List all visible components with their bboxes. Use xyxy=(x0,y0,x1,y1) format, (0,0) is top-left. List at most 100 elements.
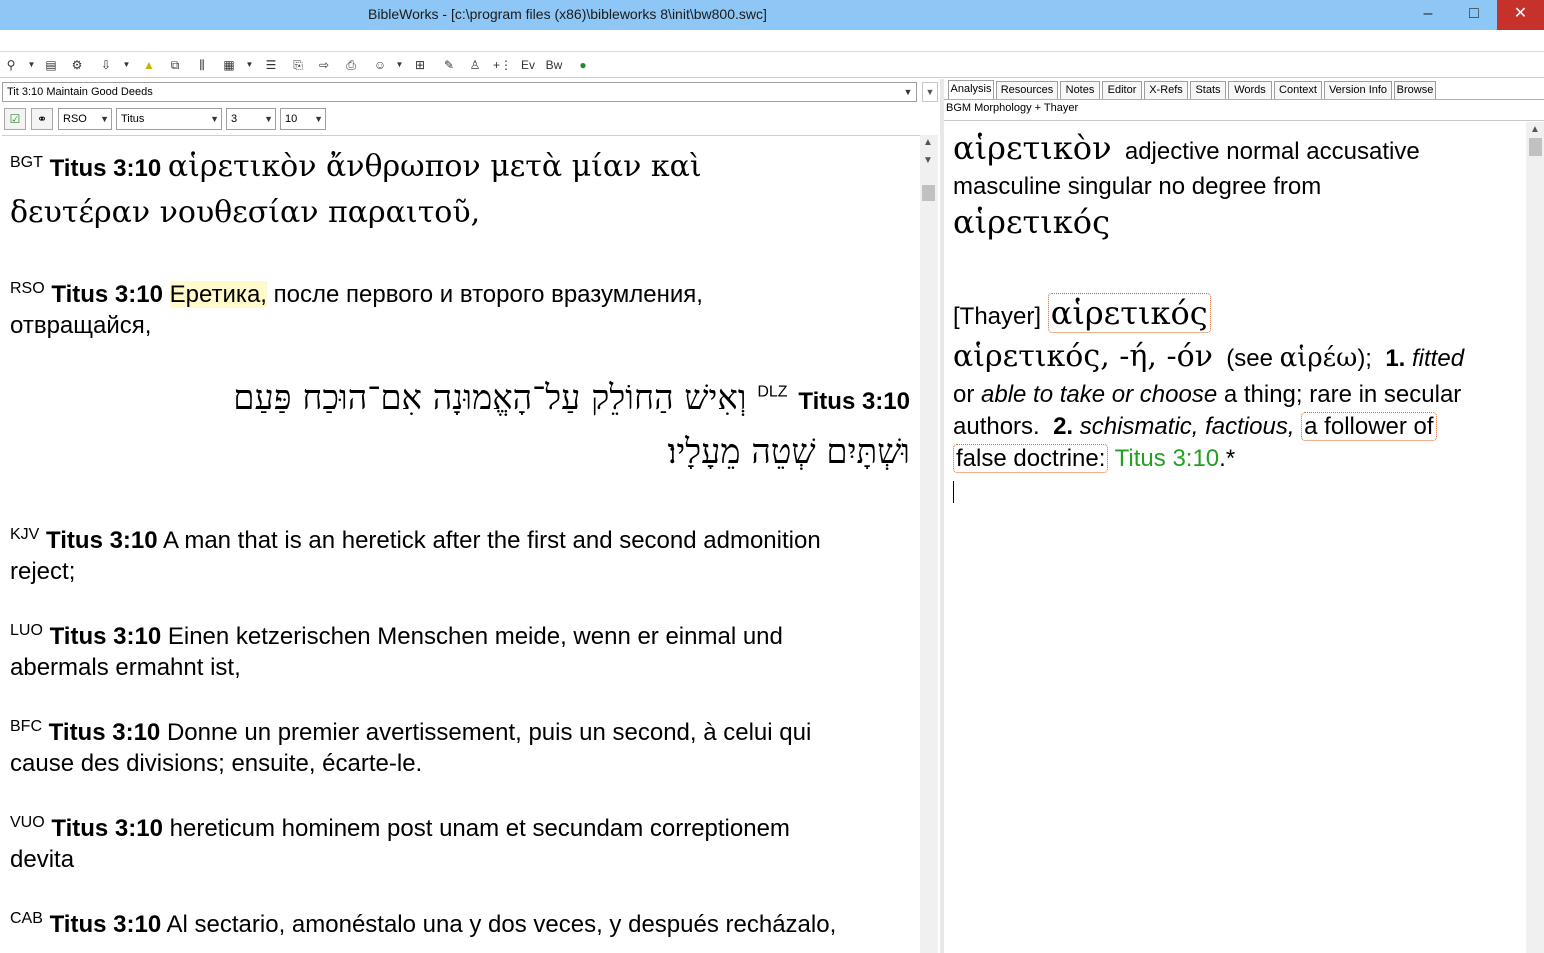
scrollbar-thumb[interactable] xyxy=(1529,138,1542,156)
tab-notes[interactable]: Notes xyxy=(1060,81,1100,99)
verse-kjv[interactable]: KJV Titus 3:10 A man that is an heretick… xyxy=(10,525,910,587)
chevron-up-icon[interactable]: ▲ xyxy=(923,137,933,148)
minimize-button[interactable]: – xyxy=(1405,0,1451,30)
verse-text[interactable]: Al sectario, amonéstalo una y dos veces,… xyxy=(167,911,837,938)
add-icon[interactable]: +⋮ xyxy=(493,55,512,75)
verse-text[interactable]: reject; xyxy=(10,556,910,587)
see-word[interactable]: αἱρέω xyxy=(1280,343,1358,373)
verse-luo[interactable]: LUO Titus 3:10 Einen ketzerischen Mensch… xyxy=(10,621,910,683)
maximize-button[interactable]: □ xyxy=(1451,0,1497,30)
verse-text[interactable]: abermals ermahnt ist, xyxy=(10,652,910,683)
verse-dlz[interactable]: וְאִישׁ הַחוֹלֵק עַל־הָאֱמוּנָה אִם־הוּכ… xyxy=(10,373,910,477)
chevron-down-icon[interactable]: ▼ xyxy=(922,82,938,102)
verse-text[interactable]: после первого и второго вразумления, xyxy=(267,281,703,308)
verse-ref[interactable]: Titus 3:10 xyxy=(51,281,163,308)
verse-vuo[interactable]: VUO Titus 3:10 hereticum hominem post un… xyxy=(10,813,910,875)
verse-value: 10 xyxy=(285,113,298,125)
layout-icon[interactable]: ⊞ xyxy=(411,55,429,75)
print-icon[interactable]: ⎙ xyxy=(342,55,360,75)
tab-browse[interactable]: Browse xyxy=(1394,81,1436,99)
book-combo[interactable]: Titus ▼ xyxy=(116,108,222,130)
chevron-up-icon[interactable]: ▲ xyxy=(1530,124,1540,135)
highlighted-word[interactable]: Еретика, xyxy=(169,281,267,308)
tab-context[interactable]: Context xyxy=(1274,81,1322,99)
verse-text[interactable]: δευτέραν νουθεσίαν παραιτοῦ, xyxy=(10,190,910,236)
version-combo[interactable]: RSO ▼ xyxy=(58,108,112,130)
scrollbar-thumb[interactable] xyxy=(922,185,935,201)
verse-bgt[interactable]: BGT Titus 3:10 αἱρετικὸν ἄνθρωπον μετὰ μ… xyxy=(10,144,910,236)
tab-words[interactable]: Words xyxy=(1228,81,1272,99)
verse-combo[interactable]: 10 ▼ xyxy=(280,108,326,130)
lemma[interactable]: αἱρετικός xyxy=(953,203,1525,241)
close-button[interactable]: ✕ xyxy=(1497,0,1544,30)
definition-box[interactable]: a follower of xyxy=(1301,412,1437,441)
highlight-icon[interactable]: ▲ xyxy=(140,55,158,75)
text-cursor xyxy=(953,480,954,503)
user-icon[interactable]: ☺ xyxy=(371,55,389,75)
tab-stats[interactable]: Stats xyxy=(1190,81,1226,99)
verse-text[interactable]: hereticum hominem post unam et secundam … xyxy=(170,815,790,842)
user-dropdown-icon[interactable]: ▼ xyxy=(395,55,404,75)
definition-box[interactable]: false doctrine: xyxy=(953,444,1109,473)
list-icon[interactable]: ☰ xyxy=(262,55,280,75)
windows-icon[interactable]: ⧉ xyxy=(166,55,184,75)
verse-ref[interactable]: Titus 3:10 xyxy=(50,911,162,938)
link-icon[interactable]: ⚭ xyxy=(31,108,53,130)
browse-icon[interactable]: ▤ xyxy=(42,55,60,75)
chapter-combo[interactable]: 3 ▼ xyxy=(226,108,276,130)
verse-text[interactable]: devita xyxy=(10,844,910,875)
verse-ref[interactable]: Titus 3:10 xyxy=(46,527,158,554)
analysis-scrollbar[interactable]: ▲ xyxy=(1526,122,1544,953)
chevron-down-icon[interactable]: ▼ xyxy=(900,83,916,101)
verse-text[interactable]: Einen ketzerischen Menschen meide, wenn … xyxy=(168,623,783,650)
verse-link[interactable]: Titus 3:10 xyxy=(1115,445,1220,472)
verse-ref[interactable]: Titus 3:10 xyxy=(49,719,161,746)
tab-editor[interactable]: Editor xyxy=(1102,81,1142,99)
verse-text[interactable]: αἱρετικὸν ἄνθρωπον μετὰ μίαν καὶ xyxy=(168,149,702,184)
verse-bfc[interactable]: BFC Titus 3:10 Donne un premier avertiss… xyxy=(10,717,910,779)
chevron-down-icon[interactable]: ▼ xyxy=(923,155,933,166)
thayer-lemma[interactable]: αἱρετικός xyxy=(1047,293,1211,333)
grid-dropdown-icon[interactable]: ▼ xyxy=(245,55,254,75)
verse-text[interactable]: отвращайся, xyxy=(10,310,910,341)
verse-ref[interactable]: Titus 3:10 xyxy=(50,155,162,182)
chevron-down-icon: ▼ xyxy=(100,114,109,124)
export-icon[interactable]: ⇨ xyxy=(315,55,333,75)
verse-list: BGT Titus 3:10 αἱρετικὸν ἄνθρωπον μετὰ μ… xyxy=(2,135,920,953)
verse-ref[interactable]: Titus 3:10 xyxy=(50,623,162,650)
analyzed-word[interactable]: αἱρετικὸν xyxy=(953,129,1112,167)
verse-text[interactable]: וְאִישׁ הַחוֹלֵק עַל־הָאֱמוּנָה אִם־הוּכ… xyxy=(233,378,746,418)
definition-text: a thing; rare in secular xyxy=(1217,381,1462,408)
verse-text[interactable]: cause des divisions; ensuite, écarte-le. xyxy=(10,748,910,779)
verse-text[interactable]: Donne un premier avertissement, puis un … xyxy=(167,719,811,746)
verse-reference-select[interactable]: Tit 3:10 Maintain Good Deeds ▼ xyxy=(2,82,917,102)
bw-icon[interactable]: Bw xyxy=(545,55,563,75)
tab-version-info[interactable]: Version Info xyxy=(1324,81,1392,99)
notes-icon[interactable]: ♙ xyxy=(466,55,484,75)
verse-scrollbar[interactable]: ▲ ▼ xyxy=(920,135,938,953)
check-icon[interactable]: ☑ xyxy=(4,108,26,130)
tab-analysis[interactable]: Analysis xyxy=(948,80,994,99)
ev-icon[interactable]: Ev xyxy=(519,55,537,75)
options-icon[interactable]: ⚙ xyxy=(68,55,86,75)
verse-text[interactable]: וּשְׁתָּיִם שְׁטֵה מֵעָלָיו׃ xyxy=(668,432,910,472)
parallel-icon[interactable]: ⫼ xyxy=(193,55,211,75)
grid-icon[interactable]: ▦ xyxy=(220,55,238,75)
verse-ref[interactable]: Titus 3:10 xyxy=(51,815,163,842)
install-icon[interactable]: ⇩ xyxy=(97,55,115,75)
globe-icon[interactable]: ● xyxy=(574,55,592,75)
tab-xrefs[interactable]: X-Refs xyxy=(1144,81,1188,99)
install-dropdown-icon[interactable]: ▼ xyxy=(122,55,131,75)
tab-resources[interactable]: Resources xyxy=(996,81,1058,99)
definition-text: authors. xyxy=(953,413,1040,440)
copy-icon[interactable]: ⎘ xyxy=(289,55,307,75)
verse-text[interactable]: A man that is an heretick after the firs… xyxy=(163,527,821,554)
definition-text: fitted xyxy=(1412,345,1465,372)
search-dropdown-icon[interactable]: ▼ xyxy=(27,55,36,75)
verse-cab[interactable]: CAB Titus 3:10 Al sectario, amonéstalo u… xyxy=(10,909,910,940)
verse-rso[interactable]: RSO Titus 3:10 Еретика, после первого и … xyxy=(10,279,910,341)
note-icon[interactable]: ✎ xyxy=(440,55,458,75)
verse-ref[interactable]: Titus 3:10 xyxy=(798,388,910,415)
analysis-content[interactable]: αἱρετικὸν adjective normal accusative ma… xyxy=(953,129,1525,949)
search-icon[interactable]: ⚲ xyxy=(2,55,20,75)
